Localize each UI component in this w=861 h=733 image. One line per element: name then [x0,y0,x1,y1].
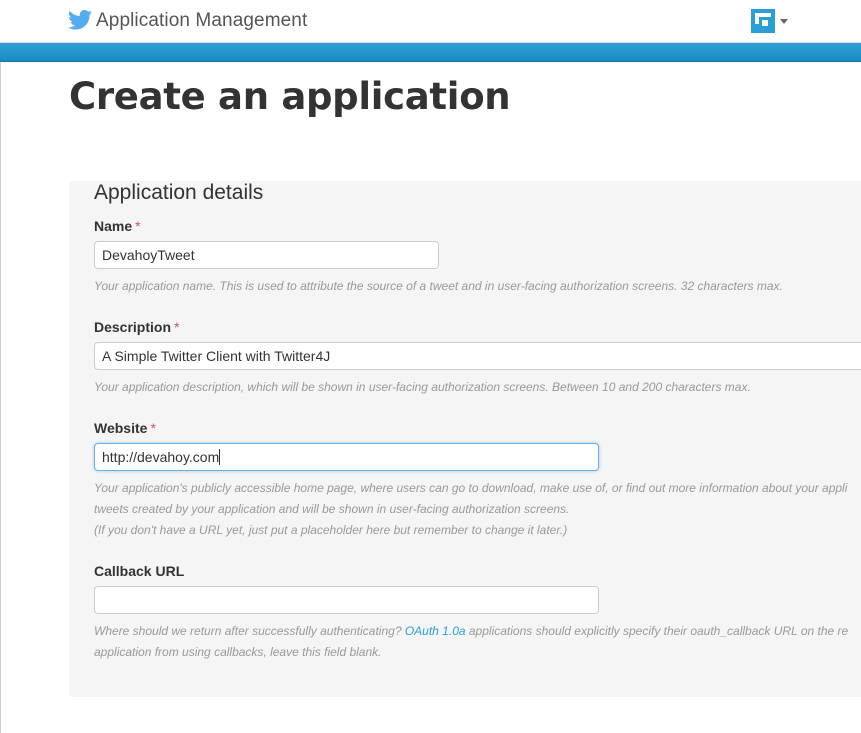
website-help-text-line-2: tweets created by your application and w… [94,502,570,516]
account-menu-button[interactable] [751,9,791,33]
website-help-text-line-3: (If you don't have a URL yet, just put a… [94,523,568,537]
top-navigation-bar: Application Management [0,0,861,43]
chevron-down-icon [780,19,788,24]
window-edge [0,0,1,733]
twitter-bird-icon[interactable] [68,10,92,30]
account-logo-icon [751,9,775,33]
description-label-text: Description [94,319,172,335]
callback-help-text-line-2: application from using callbacks, leave … [94,645,382,659]
name-label-text: Name [94,218,133,234]
description-help-text: Your application description, which will… [94,380,751,394]
description-input-value: A Simple Twitter Client with Twitter4J [102,348,331,364]
required-marker: * [135,218,141,234]
name-help-text: Your application name. This is used to a… [94,279,783,293]
page-title: Create an application [69,75,511,118]
callback-help-text-line-1: Where should we return after successfull… [94,621,861,642]
website-input[interactable]: http://devahoy.com [94,443,599,471]
required-marker: * [174,319,180,335]
website-label-text: Website [94,420,148,436]
description-input[interactable]: A Simple Twitter Client with Twitter4J [94,342,861,370]
callback-url-input[interactable] [94,586,599,614]
description-label: Description * [94,318,179,336]
website-input-value: http://devahoy.com [102,449,220,465]
text-cursor [219,449,221,465]
app-title[interactable]: Application Management [96,10,307,32]
name-label: Name * [94,217,141,235]
website-label: Website * [94,419,156,437]
section-title: Application details [94,181,264,204]
name-input[interactable]: DevahoyTweet [94,241,439,269]
required-marker: * [150,420,156,436]
callback-help-suffix: applications should explicitly specify t… [465,624,849,638]
website-help-text-line-1: Your application's publicly accessible h… [94,481,848,495]
callback-help-prefix: Where should we return after successfull… [94,624,405,638]
name-input-value: DevahoyTweet [102,247,195,263]
header-accent-bar [0,43,861,62]
oauth-link[interactable]: OAuth 1.0a [405,624,466,638]
callback-url-label: Callback URL [94,563,185,579]
